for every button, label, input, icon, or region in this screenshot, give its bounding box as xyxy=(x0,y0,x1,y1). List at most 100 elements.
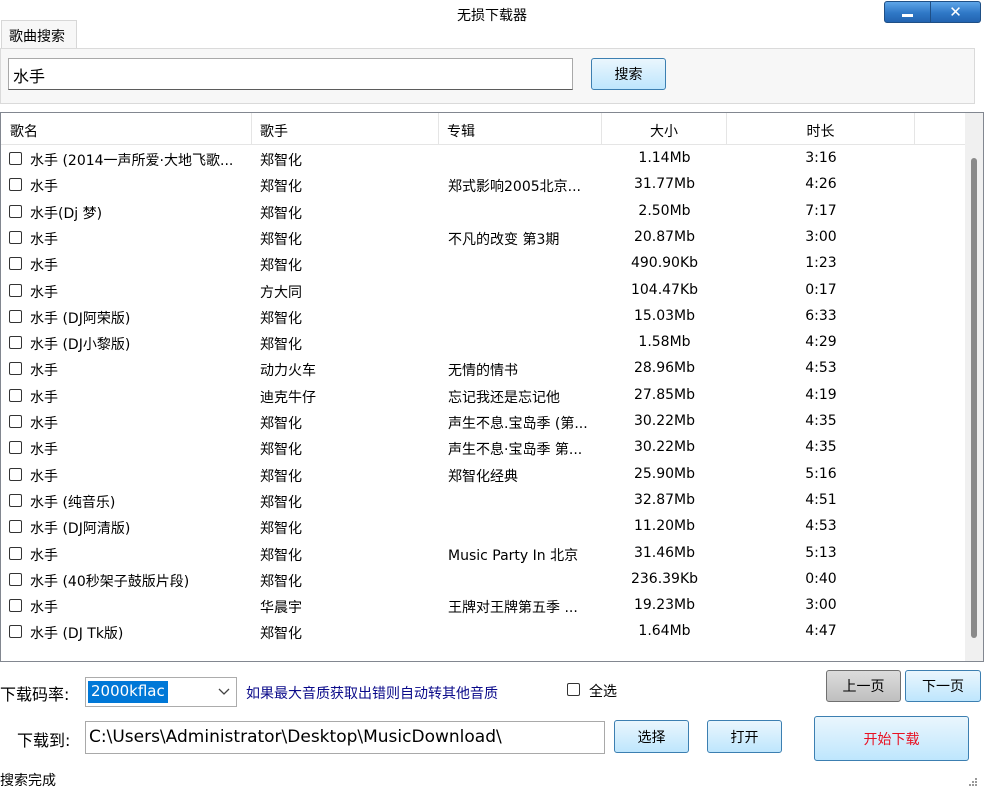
table-row[interactable]: 水手 迪克牛仔 忘记我还是忘记他 27.85Mb 4:19 xyxy=(1,382,965,408)
bitrate-value: 2000kflac xyxy=(88,681,168,703)
select-all-label[interactable]: 全选 xyxy=(589,681,617,701)
open-folder-button[interactable]: 打开 xyxy=(707,720,782,753)
minimize-button[interactable] xyxy=(884,1,931,23)
resize-grip-icon[interactable] xyxy=(966,775,978,787)
row-checkbox[interactable] xyxy=(9,520,22,534)
table-row[interactable]: 水手 (DJ小黎版) 郑智化 1.58Mb 4:29 xyxy=(1,329,965,355)
cell-artist: 郑智化 xyxy=(260,416,302,432)
row-checkbox[interactable] xyxy=(9,178,22,192)
row-checkbox[interactable] xyxy=(9,309,22,323)
cell-size: 490.90Kb xyxy=(630,255,699,272)
table-row[interactable]: 水手 (纯音乐) 郑智化 32.87Mb 4:51 xyxy=(1,487,965,513)
table-row[interactable]: 水手 郑智化 声生不息·宝岛季 第... 30.22Mb 4:35 xyxy=(1,434,965,460)
row-checkbox[interactable] xyxy=(9,204,22,218)
cell-artist: 郑智化 xyxy=(260,205,302,222)
cell-duration: 5:13 xyxy=(805,544,837,561)
cell-size: 30.22Mb xyxy=(633,413,696,429)
column-header-duration[interactable]: 时长 xyxy=(727,113,915,145)
column-header-size[interactable]: 大小 xyxy=(602,113,727,145)
choose-folder-button[interactable]: 选择 xyxy=(614,720,689,753)
table-row[interactable]: 水手 (DJ阿清版) 郑智化 11.20Mb 4:53 xyxy=(1,513,965,539)
row-checkbox[interactable] xyxy=(9,599,22,613)
cell-album: 王牌对王牌第五季 ... xyxy=(448,600,578,617)
row-checkbox[interactable] xyxy=(9,572,22,586)
search-button[interactable]: 搜索 xyxy=(591,58,666,90)
vertical-scrollbar[interactable] xyxy=(965,113,983,661)
cell-size: 11.20Mb xyxy=(633,518,696,535)
chevron-down-icon xyxy=(218,688,230,695)
table-row[interactable]: 水手 郑智化 郑式影响2005北京... 31.77Mb 4:26 xyxy=(1,171,965,197)
table-row[interactable]: 水手 郑智化 Music Party In 北京 31.46Mb 5:13 xyxy=(1,540,965,566)
table-row[interactable]: 水手 (DJ阿荣版) 郑智化 15.03Mb 6:33 xyxy=(1,303,965,329)
row-checkbox[interactable] xyxy=(9,257,22,271)
table-row[interactable]: 水手 (DJ Tk版) 郑智化 1.64Mb 4:47 xyxy=(1,618,965,644)
cell-duration: 4:51 xyxy=(805,491,837,508)
cell-duration: 4:35 xyxy=(805,413,837,429)
cell-name: 水手 (40秒架子鼓版片段) xyxy=(30,573,190,590)
table-row[interactable]: 水手 (40秒架子鼓版片段) 郑智化 236.39Kb 0:40 xyxy=(1,566,965,592)
cell-artist: 郑智化 xyxy=(260,521,302,538)
row-checkbox[interactable] xyxy=(9,336,22,350)
results-list: 歌名 歌手 专辑 大小 时长 水手 (2014一声所爱·大地飞歌... 郑智化 1.… xyxy=(0,112,984,662)
cell-duration: 4:19 xyxy=(805,386,837,403)
cell-duration: 6:33 xyxy=(805,307,837,324)
select-all-checkbox[interactable] xyxy=(567,683,580,696)
download-path-label: 下载到: xyxy=(17,731,71,750)
cell-artist: 方大同 xyxy=(260,284,302,301)
table-row[interactable]: 水手 方大同 104.47Kb 0:17 xyxy=(1,277,965,303)
scrollbar-thumb[interactable] xyxy=(971,158,977,638)
row-checkbox[interactable] xyxy=(9,493,22,507)
cell-album: 无情的情书 xyxy=(448,363,518,380)
table-row[interactable]: 水手 动力火车 无情的情书 28.96Mb 4:53 xyxy=(1,355,965,381)
table-row[interactable]: 水手 郑智化 490.90Kb 1:23 xyxy=(1,250,965,276)
tab-song-search[interactable]: 歌曲搜索 xyxy=(1,20,77,49)
cell-album: 声生不息.宝岛季 (第... xyxy=(448,416,588,432)
cell-album: 忘记我还是忘记他 xyxy=(448,389,560,406)
cell-name: 水手 xyxy=(30,442,58,459)
cell-artist: 郑智化 xyxy=(260,626,302,643)
cell-name: 水手 xyxy=(30,258,58,275)
row-checkbox[interactable] xyxy=(9,152,22,165)
cell-size: 1.58Mb xyxy=(638,334,691,351)
cell-artist: 郑智化 xyxy=(260,468,302,485)
cell-duration: 1:23 xyxy=(805,255,837,272)
row-checkbox[interactable] xyxy=(9,546,22,560)
cell-duration: 3:00 xyxy=(805,597,837,614)
cell-size: 32.87Mb xyxy=(633,491,696,508)
search-input[interactable]: 水手 xyxy=(8,58,573,90)
table-row[interactable]: 水手 (2014一声所爱·大地飞歌... 郑智化 1.14Mb 3:16 xyxy=(1,145,965,171)
column-header-artist[interactable]: 歌手 xyxy=(252,113,439,145)
next-page-button[interactable]: 下一页 xyxy=(905,670,981,702)
close-icon: ✕ xyxy=(949,3,962,21)
list-header: 歌名 歌手 专辑 大小 时长 xyxy=(1,113,965,145)
cell-name: 水手 xyxy=(30,179,58,196)
row-checkbox[interactable] xyxy=(9,415,22,428)
table-row[interactable]: 水手(Dj 梦) 郑智化 2.50Mb 7:17 xyxy=(1,198,965,224)
cell-artist: 郑智化 xyxy=(260,494,302,511)
download-path-input[interactable]: C:\Users\Administrator\Desktop\MusicDown… xyxy=(85,721,605,754)
table-row[interactable]: 水手 郑智化 郑智化经典 25.90Mb 5:16 xyxy=(1,461,965,487)
row-checkbox[interactable] xyxy=(9,467,22,481)
cell-size: 27.85Mb xyxy=(633,386,696,403)
column-header-name[interactable]: 歌名 xyxy=(1,113,252,145)
table-row[interactable]: 水手 郑智化 声生不息.宝岛季 (第... 30.22Mb 4:35 xyxy=(1,408,965,434)
column-header-album[interactable]: 专辑 xyxy=(439,113,602,145)
start-download-button[interactable]: 开始下载 xyxy=(814,716,969,761)
row-checkbox[interactable] xyxy=(9,283,22,297)
close-button[interactable]: ✕ xyxy=(931,1,981,23)
prev-page-button[interactable]: 上一页 xyxy=(826,670,901,702)
cell-name: 水手 (DJ Tk版) xyxy=(30,626,124,643)
row-checkbox[interactable] xyxy=(9,441,22,455)
row-checkbox[interactable] xyxy=(9,388,22,402)
table-row[interactable]: 水手 郑智化 不凡的改变 第3期 20.87Mb 3:00 xyxy=(1,224,965,250)
cell-artist: 郑智化 xyxy=(260,310,302,327)
row-checkbox[interactable] xyxy=(9,230,22,244)
row-checkbox[interactable] xyxy=(9,625,22,639)
cell-size: 236.39Kb xyxy=(630,570,699,587)
cell-name: 水手 xyxy=(30,547,58,564)
cell-artist: 郑智化 xyxy=(260,153,302,169)
table-row[interactable]: 水手 华晨宇 王牌对王牌第五季 ... 19.23Mb 3:00 xyxy=(1,592,965,618)
cell-artist: 郑智化 xyxy=(260,442,302,459)
row-checkbox[interactable] xyxy=(9,362,22,376)
bitrate-select[interactable]: 2000kflac xyxy=(85,677,237,707)
